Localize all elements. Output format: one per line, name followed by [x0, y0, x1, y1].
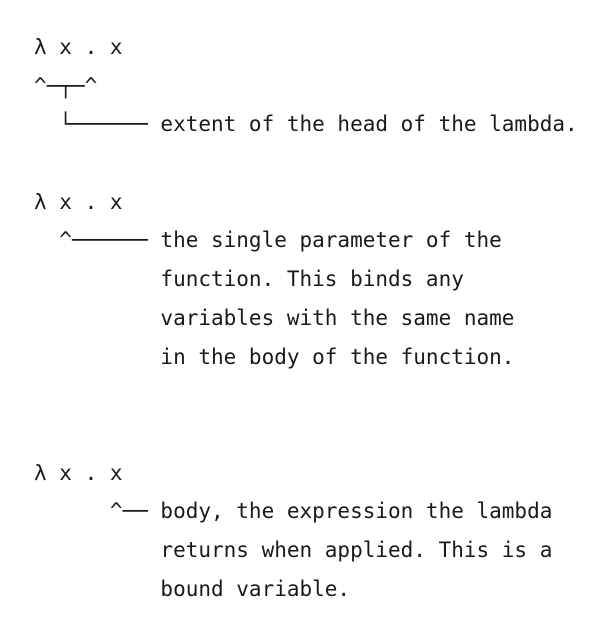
head-extent-annotation: └────── extent of the head of the lambda…	[34, 112, 578, 137]
lambda-expression-3: λ x . x	[34, 460, 123, 485]
body-annotation-1: ^── body, the expression the lambda	[34, 499, 553, 524]
head-extent-bracket: ^─┬─^	[34, 73, 98, 98]
lambda-expression-2: λ x . x	[34, 189, 123, 214]
lambda-expression-1: λ x . x	[34, 35, 123, 59]
parameter-annotation-1: ^────── the single parameter of the	[34, 228, 502, 253]
parameter-annotation-3: variables with the same name	[34, 305, 515, 330]
parameter-annotation-4: in the body of the function.	[34, 344, 515, 369]
body-annotation-2: returns when applied. This is a	[34, 537, 553, 562]
parameter-annotation-2: function. This binds any	[34, 267, 464, 292]
lambda-explanation-text: λ x . x ^─┬─^ └────── extent of the head …	[34, 28, 578, 608]
body-annotation-3: bound variable.	[34, 576, 351, 601]
